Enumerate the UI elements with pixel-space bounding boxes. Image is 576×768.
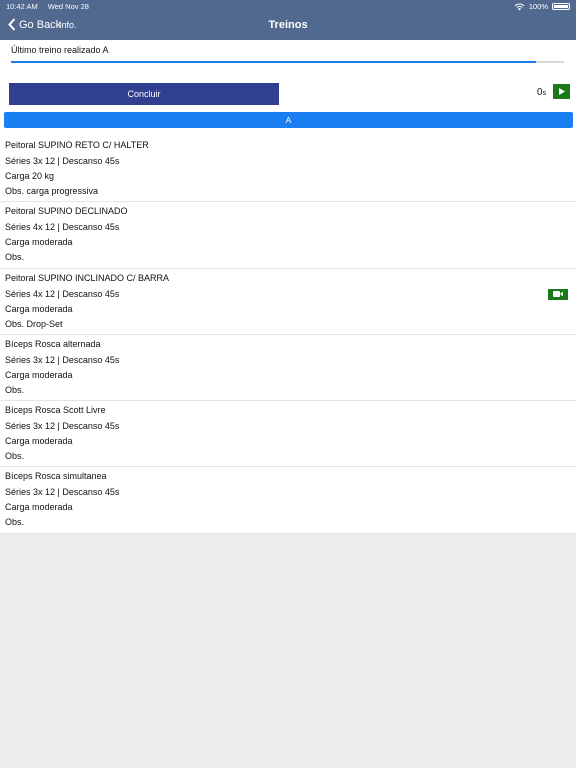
exercise-load: Carga moderada <box>5 303 73 314</box>
video-camera-icon <box>553 291 563 298</box>
status-bar-left: 10:42 AM Wed Nov 28 <box>6 2 97 11</box>
exercise-item[interactable]: Bíceps Rosca simultanea Séries 3x 12 | De… <box>0 467 576 534</box>
workout-tab-a[interactable]: A <box>4 112 573 128</box>
exercise-name: Bíceps Rosca Scott Livre <box>5 405 106 416</box>
exercise-name: Peitoral SUPINO INCLINADO C/ BARRA <box>5 272 170 283</box>
exercise-item[interactable]: Peitoral SUPINO DECLINADO Séries 4x 12 | … <box>0 202 576 269</box>
battery-percent: 100% <box>528 2 548 11</box>
progress-fill <box>11 61 537 63</box>
exercise-name: Bíceps Rosca simultanea <box>5 471 107 482</box>
exercise-name: Bíceps Rosca alternada <box>5 338 101 349</box>
status-date: Wed Nov 28 <box>47 2 89 11</box>
exercise-obs: Obs. <box>5 451 25 462</box>
exercise-series: Séries 3x 12 | Descanso 45s <box>5 156 120 166</box>
exercise-name: Peitoral SUPINO RETO C/ HALTER <box>5 140 149 150</box>
exercise-list: Peitoral SUPINO RETO C/ HALTER Séries 3x … <box>0 136 576 534</box>
timer-unit: s <box>542 90 547 97</box>
exercise-load: Carga moderada <box>5 436 73 447</box>
exercise-name: Peitoral SUPINO DECLINADO <box>5 206 128 217</box>
exercise-series: Séries 3x 12 | Descanso 45s <box>5 421 120 432</box>
exercise-load: Carga 20 kg <box>5 171 55 181</box>
exercise-obs: Obs. <box>5 517 25 528</box>
status-time: 10:42 AM <box>6 2 38 11</box>
exercise-obs: Obs. carga progressiva <box>5 186 99 196</box>
last-workout-label: Último treino realizado A <box>11 45 109 55</box>
exercise-load: Carga moderada <box>5 502 73 513</box>
exercise-item[interactable]: Peitoral SUPINO INCLINADO C/ BARRA Séries… <box>0 269 576 335</box>
page-title: Treinos <box>268 19 308 31</box>
timer-play-button[interactable] <box>553 84 570 99</box>
status-bar-right: 100% <box>514 2 570 11</box>
exercise-item[interactable]: Bíceps Rosca Scott Livre Séries 3x 12 | D… <box>0 401 576 468</box>
exercise-series: Séries 4x 12 | Descanso 45s <box>5 288 120 299</box>
workout-panel: Último treino realizado A Concluir 0s A … <box>0 40 576 534</box>
exercise-series: Séries 4x 12 | Descanso 45s <box>5 222 120 233</box>
workout-progress-bar <box>11 61 564 63</box>
wifi-icon <box>514 3 525 11</box>
exercise-load: Carga moderada <box>5 369 73 380</box>
exercise-obs: Obs. <box>5 252 25 263</box>
exercise-item[interactable]: Bíceps Rosca alternada Séries 3x 12 | Des… <box>0 335 576 402</box>
battery-icon <box>552 3 570 10</box>
play-icon <box>558 88 565 95</box>
exercise-series: Séries 3x 12 | Descanso 45s <box>5 354 120 365</box>
exercise-item[interactable]: Peitoral SUPINO RETO C/ HALTER Séries 3x … <box>0 136 576 203</box>
nav-bar: 10:42 AM Wed Nov 28 100% Go Back Info. T… <box>0 0 576 40</box>
exercise-load: Carga moderada <box>5 237 73 248</box>
rest-timer: 0s <box>537 87 546 98</box>
exercise-obs: Obs. <box>5 384 25 395</box>
exercise-series: Séries 3x 12 | Descanso 45s <box>5 487 120 498</box>
exercise-obs: Obs. Drop-Set <box>5 318 63 329</box>
conclude-button[interactable]: Concluir <box>9 83 279 105</box>
video-button[interactable] <box>548 288 568 300</box>
